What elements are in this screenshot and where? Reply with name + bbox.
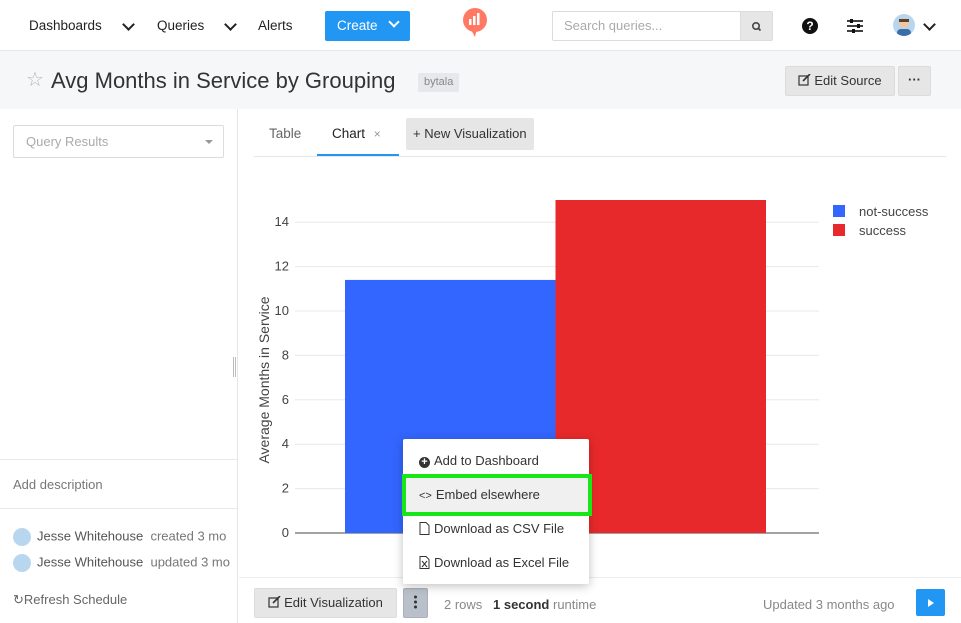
top-navbar: Dashboards Queries Alerts Create Search … xyxy=(0,0,961,51)
nav-dashboards[interactable]: Dashboards xyxy=(29,0,102,51)
activity-action: created 3 mo xyxy=(150,528,227,544)
user-avatar[interactable] xyxy=(893,14,915,36)
refresh-schedule[interactable]: ↻Refresh Schedule xyxy=(13,592,127,608)
y-tick-label: 8 xyxy=(282,347,289,362)
close-tab-icon[interactable]: × xyxy=(374,127,381,141)
updated-time: Updated 3 months ago xyxy=(763,597,895,612)
edit-visualization-label: Edit Visualization xyxy=(284,595,383,610)
activity-user[interactable]: Jesse Whitehouse xyxy=(37,554,143,569)
search-icon xyxy=(752,22,762,32)
row-count: 2 rows xyxy=(444,597,483,612)
create-chevron-down-icon xyxy=(388,16,400,28)
query-results-label: Query Results xyxy=(26,134,109,149)
runtime-label: runtime xyxy=(553,597,597,612)
visualization-tabs: Table Chart × + New Visualization xyxy=(254,117,946,157)
refresh-icon: ↻ xyxy=(13,592,24,607)
download-csv-label: Download as CSV File xyxy=(434,521,565,536)
edit-icon xyxy=(268,595,281,608)
redash-logo-icon[interactable] xyxy=(462,8,488,38)
create-button[interactable]: Create xyxy=(325,11,410,41)
refresh-schedule-label: Refresh Schedule xyxy=(23,592,128,607)
query-title[interactable]: Avg Months in Service by Grouping xyxy=(51,68,395,94)
y-tick-label: 6 xyxy=(282,392,289,407)
excel-file-icon xyxy=(419,556,430,569)
file-icon xyxy=(419,522,430,535)
expand-button[interactable] xyxy=(916,589,945,616)
y-tick-label: 2 xyxy=(282,481,289,496)
highlight-box xyxy=(402,474,592,516)
legend-swatch xyxy=(833,205,845,217)
runtime-value: 1 second xyxy=(493,597,550,612)
activity-created: Jesse Whitehouse created 3 mo xyxy=(13,528,238,546)
help-icon[interactable]: ? xyxy=(802,18,818,34)
more-actions-button[interactable]: ··· xyxy=(898,66,931,96)
activity-user[interactable]: Jesse Whitehouse xyxy=(37,528,143,543)
query-sidebar: Query Results Add description Jesse Whit… xyxy=(0,109,238,623)
y-tick-label: 4 xyxy=(282,436,289,451)
y-axis-label: Average Months in Service xyxy=(256,296,272,463)
menu-download-csv[interactable]: Download as CSV File xyxy=(403,512,589,546)
visualization-menu-button[interactable] xyxy=(403,588,428,618)
user-chevron-down-icon[interactable] xyxy=(923,18,936,31)
avatar-icon xyxy=(13,528,31,546)
new-visualization-button[interactable]: + New Visualization xyxy=(406,118,534,150)
nav-alerts[interactable]: Alerts xyxy=(258,0,293,51)
search-input[interactable]: Search queries... xyxy=(552,11,740,41)
chart-legend: not-success success xyxy=(833,204,929,238)
y-tick-label: 0 xyxy=(282,525,289,540)
add-to-dashboard-label: Add to Dashboard xyxy=(434,453,539,468)
dashboards-chevron-down-icon[interactable] xyxy=(122,18,135,31)
activity-updated: Jesse Whitehouse updated 3 mo xyxy=(13,554,238,572)
favorite-star-icon[interactable]: ☆ xyxy=(26,67,44,92)
y-tick-label: 12 xyxy=(275,259,289,274)
nav-queries[interactable]: Queries xyxy=(157,0,204,51)
query-results-select[interactable]: Query Results xyxy=(13,125,224,158)
tab-chart[interactable]: Chart × xyxy=(317,117,399,156)
tab-chart-label: Chart xyxy=(332,126,366,141)
menu-download-excel[interactable]: Download as Excel File xyxy=(403,546,589,580)
y-tick-label: 14 xyxy=(275,214,289,229)
kebab-menu-icon xyxy=(414,595,417,609)
bar-chart: 0 2 4 6 8 10 12 14 Average Months in Service no… xyxy=(256,200,929,540)
edit-source-label: Edit Source xyxy=(814,73,882,88)
activity-action: updated 3 mo xyxy=(150,554,230,570)
settings-sliders-icon[interactable] xyxy=(846,18,864,34)
y-tick-label: 10 xyxy=(275,303,289,318)
visualization-footer: Edit Visualization 2 rows 1 second runti… xyxy=(239,577,961,623)
edit-icon xyxy=(798,73,811,86)
create-label: Create xyxy=(337,18,378,33)
download-excel-label: Download as Excel File xyxy=(434,555,570,570)
select-caret-icon xyxy=(205,140,213,144)
edit-visualization-button[interactable]: Edit Visualization xyxy=(254,588,397,618)
chart-y-ticks: 0 2 4 6 8 10 12 14 xyxy=(275,214,289,540)
query-tag: bytala xyxy=(418,73,460,92)
edit-source-button[interactable]: Edit Source xyxy=(785,66,895,96)
legend-swatch xyxy=(833,224,845,236)
query-header: ☆ Avg Months in Service by Grouping byta… xyxy=(0,51,961,109)
plus-circle-icon: + xyxy=(419,457,430,468)
queries-chevron-down-icon[interactable] xyxy=(224,18,237,31)
avatar-icon xyxy=(13,554,31,572)
legend-label[interactable]: success xyxy=(859,223,906,238)
legend-label[interactable]: not-success xyxy=(859,204,929,219)
sidebar-resize-handle[interactable] xyxy=(233,357,236,377)
avatar-icon xyxy=(897,18,911,36)
search-button[interactable] xyxy=(740,11,773,41)
tab-table[interactable]: Table xyxy=(269,117,301,156)
add-description[interactable]: Add description xyxy=(0,459,237,509)
menu-add-to-dashboard[interactable]: + Add to Dashboard xyxy=(403,444,589,478)
